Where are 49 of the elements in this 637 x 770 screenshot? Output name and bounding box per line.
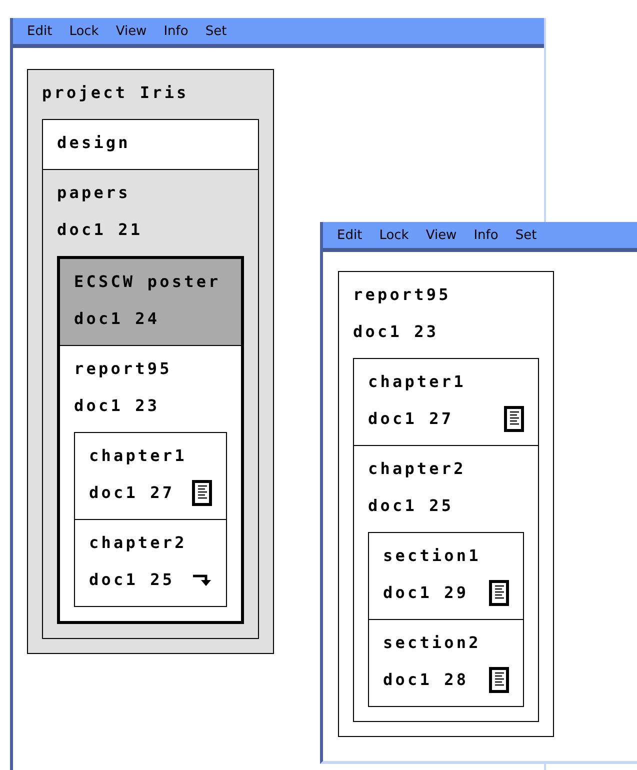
menu-item[interactable]: Info [474,228,498,242]
menu-item[interactable]: Set [205,24,227,38]
node-header[interactable]: chapter1 doc1 27 [354,359,538,445]
node-header[interactable]: chapter2 doc1 25 [354,446,538,524]
document-version: doc1 23 [353,322,439,341]
document-icon [192,480,212,506]
node-title[interactable]: ECSCW poster [74,263,227,300]
menu-item[interactable]: View [116,24,147,38]
node-title[interactable]: chapter2 [368,450,524,487]
node-header[interactable]: design [43,120,258,169]
document-icon [504,406,524,432]
document-version: doc1 24 [74,309,160,328]
document-version: doc1 29 [383,583,469,602]
node-header[interactable]: project Iris [28,70,273,111]
document-icon [489,666,509,692]
document-version: doc1 25 [368,496,454,515]
node-header[interactable]: ECSCW poster doc1 24 [60,259,241,345]
menu-item[interactable]: Lock [379,228,409,242]
node-title[interactable]: chapter1 [368,363,524,400]
node-header[interactable]: report95 doc1 23 [60,346,241,424]
node-header[interactable]: papers doc1 21 [43,170,258,248]
node-header[interactable]: chapter1 doc1 27 [75,433,226,519]
node-title[interactable]: design [57,124,244,161]
menu-item[interactable]: Edit [27,24,52,38]
document-version: doc1 21 [57,220,143,239]
menu-item[interactable]: View [426,228,457,242]
document-version: doc1 27 [368,409,454,428]
document-version: doc1 25 [89,570,175,589]
document-version: doc1 27 [89,483,175,502]
menu-item[interactable]: Edit [337,228,362,242]
node-header[interactable]: chapter2 doc1 25 [75,520,226,606]
document-version: doc1 23 [74,396,160,415]
node-header[interactable]: section2 doc1 28 [369,620,523,706]
node-title[interactable]: project Iris [42,74,259,111]
node-title[interactable]: section2 [383,624,509,661]
document-version: doc1 28 [383,670,469,689]
node-title[interactable]: report95 [353,276,539,313]
node-title[interactable]: report95 [74,350,227,387]
document-icon [489,580,509,606]
menu-item[interactable]: Set [515,228,537,242]
menu-item[interactable]: Lock [69,24,99,38]
node-title[interactable]: section1 [383,537,509,574]
node-title[interactable]: chapter2 [89,524,212,561]
node-title[interactable]: papers [57,174,244,211]
node-title[interactable]: chapter1 [89,437,212,474]
node-header[interactable]: section1 doc1 29 [369,533,523,619]
menu-item[interactable]: Info [164,24,188,38]
node-header[interactable]: report95 doc1 23 [339,272,553,350]
turn-down-arrow-icon [192,572,212,586]
